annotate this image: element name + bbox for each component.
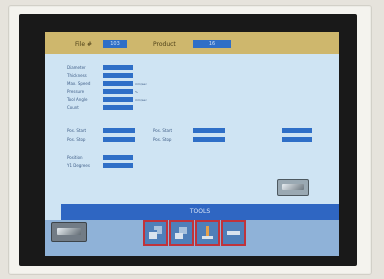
hmi-screen: File # 103 Product 16 Diameter Thickness… — [45, 32, 339, 256]
param-value-field[interactable] — [103, 155, 133, 160]
param-label: Thickness — [67, 73, 87, 78]
param-unit: mm/sec — [135, 98, 147, 102]
tool-b-icon — [175, 227, 187, 239]
pos-label: Pos. Start — [153, 128, 173, 133]
right-action-button[interactable] — [277, 179, 309, 196]
menu-glyph-icon — [57, 228, 81, 235]
pos-value-field[interactable] — [103, 128, 135, 133]
param-value-field[interactable] — [103, 163, 133, 168]
param-label: Tool Angle — [67, 97, 88, 102]
param-label: Max. Speed — [67, 81, 91, 86]
tools-title-bar: TOOLS — [61, 204, 339, 220]
param-label: Y1 Degrees — [67, 163, 90, 168]
product-label: Product — [153, 41, 176, 48]
pos-value-field[interactable] — [103, 137, 135, 142]
param-label: Count — [67, 105, 79, 110]
param-unit: % — [135, 90, 138, 94]
tool-c-button[interactable] — [195, 220, 220, 246]
pos-value-field[interactable] — [282, 128, 312, 133]
tool-a-icon — [149, 226, 162, 239]
tool-b-button[interactable] — [169, 220, 194, 246]
param-unit: mm/sec — [135, 82, 147, 86]
pos-value-field[interactable] — [193, 128, 225, 133]
button-glyph-icon — [282, 184, 304, 190]
param-value-field[interactable] — [103, 97, 133, 102]
pos-label: Pos. Stop — [67, 137, 86, 142]
param-label: Diameter — [67, 65, 86, 70]
tool-d-button[interactable] — [221, 220, 246, 246]
product-field[interactable]: 16 — [193, 40, 231, 48]
header-bar: File # 103 Product 16 — [45, 32, 339, 54]
tool-d-icon — [227, 231, 240, 235]
tool-c-icon — [202, 226, 213, 239]
pos-label: Pos. Stop — [153, 137, 172, 142]
param-value-field[interactable] — [103, 73, 133, 78]
file-label: File # — [75, 41, 92, 48]
pos-value-field[interactable] — [282, 137, 312, 142]
param-value-field[interactable] — [103, 65, 133, 70]
file-number-field[interactable]: 103 — [103, 40, 127, 48]
pos-value-field[interactable] — [193, 137, 225, 142]
tools-title: TOOLS — [189, 208, 211, 215]
param-label: Pressure — [67, 89, 85, 94]
param-value-field[interactable] — [103, 89, 133, 94]
param-value-field[interactable] — [103, 81, 133, 86]
param-value-field[interactable] — [103, 105, 133, 110]
tool-a-button[interactable] — [143, 220, 168, 246]
menu-button[interactable] — [51, 222, 87, 242]
pos-label: Pos. Start — [67, 128, 87, 133]
param-label: Position — [67, 155, 83, 160]
